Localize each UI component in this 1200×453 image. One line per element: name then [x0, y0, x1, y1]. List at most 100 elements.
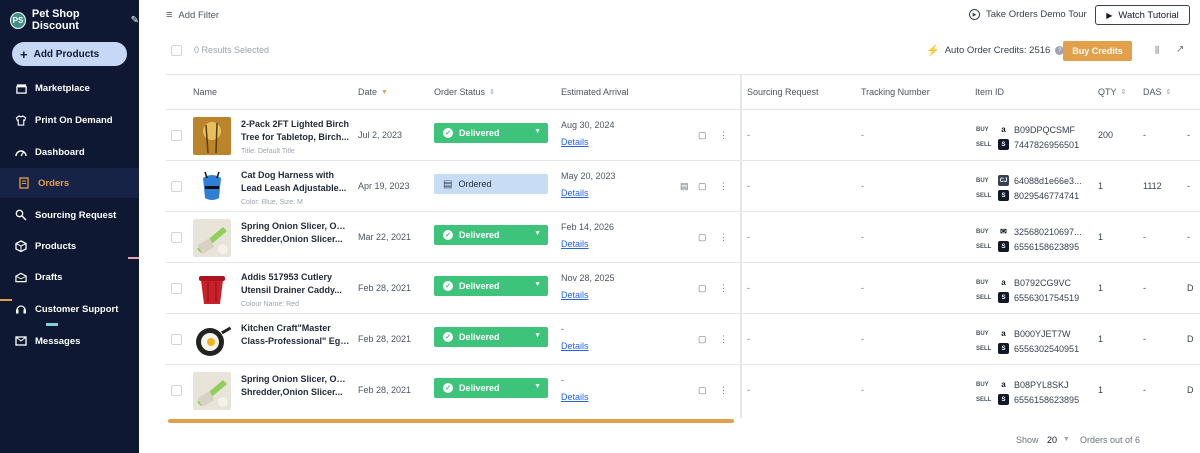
note-icon[interactable]: ▢ [698, 283, 707, 294]
sidebar-item-label: Marketplace [35, 82, 90, 94]
horizontal-scrollbar[interactable] [168, 419, 734, 423]
header-label: Item ID [975, 87, 1005, 97]
order-status-dropdown[interactable]: ✓ Delivered ▼ [434, 276, 548, 296]
sidebar-item-print-on-demand[interactable]: Print On Demand [0, 105, 139, 135]
sell-item-id[interactable]: 7447826956501 [1014, 140, 1079, 150]
product-name[interactable]: Spring Onion Slicer, Onion Shredder,Onio… [241, 220, 351, 246]
page-size-select[interactable]: 20 [1047, 435, 1057, 445]
estimated-arrival: - [561, 324, 564, 334]
sidebar-item-sourcing-request[interactable]: Sourcing Request [0, 200, 139, 230]
row-checkbox[interactable] [171, 232, 182, 243]
note-icon[interactable]: ▢ [698, 385, 707, 396]
row-checkbox[interactable] [171, 130, 182, 141]
header-qty[interactable]: QTY ⇕ [1098, 87, 1126, 97]
more-options-icon[interactable]: ⋮ [719, 130, 728, 141]
details-link[interactable]: Details [561, 341, 589, 351]
note-icon[interactable]: ▢ [698, 334, 707, 345]
sidebar-item-marketplace[interactable]: Marketplace [0, 73, 139, 103]
sell-item-id[interactable]: 6556301754519 [1014, 293, 1079, 303]
sidebar-item-label: Orders [38, 177, 70, 189]
header-label: Estimated Arrival [561, 87, 629, 97]
page-size-label: Show [1016, 435, 1039, 445]
table-row[interactable]: Kitchen Craft"Master Class-Professional"… [166, 313, 1200, 364]
product-name[interactable]: Kitchen Craft"Master Class-Professional"… [241, 322, 351, 348]
edit-icon[interactable]: ✎ [131, 15, 139, 26]
details-link[interactable]: Details [561, 290, 589, 300]
envelope-icon: ✉ [1000, 227, 1007, 236]
sidebar-item-orders[interactable]: Orders [0, 168, 139, 198]
document-icon: ▤ [443, 178, 453, 190]
buy-credits-button[interactable]: Buy Credits [1063, 41, 1132, 61]
product-name[interactable]: Spring Onion Slicer, Onion Shredder,Onio… [241, 373, 351, 399]
buy-item-id[interactable]: B08PYL8SKJ [1014, 380, 1069, 390]
more-options-icon[interactable]: ⋮ [719, 385, 728, 396]
details-link[interactable]: Details [561, 239, 589, 249]
product-name-line: Kitchen Craft"Master [241, 323, 331, 333]
product-name[interactable]: 2-Pack 2FT Lighted Birch Tree for Tablet… [241, 118, 351, 158]
buy-item-id[interactable]: 64088d1e66e3... [1014, 176, 1082, 186]
product-name[interactable]: Addis 517953 Cutlery Utensil Drainer Cad… [241, 271, 351, 311]
note-icon[interactable]: ▢ [698, 130, 707, 141]
buy-item-id[interactable]: B000YJET7W [1014, 329, 1071, 339]
sell-item-id[interactable]: 6556302540951 [1014, 344, 1079, 354]
details-link[interactable]: Details [561, 137, 589, 147]
note-icon[interactable]: ▢ [698, 181, 707, 192]
order-status-dropdown[interactable]: ✓ Delivered ▼ [434, 327, 548, 347]
play-icon: ▶ [1106, 10, 1113, 20]
sell-item-id[interactable]: 6556158623895 [1014, 242, 1079, 252]
sell-item-id[interactable]: 8029546774741 [1014, 191, 1079, 201]
more-options-icon[interactable]: ⋮ [719, 283, 728, 294]
demo-tour-button[interactable]: ▶ Take Orders Demo Tour [969, 9, 1087, 20]
sidebar-item-messages[interactable]: Messages [0, 326, 139, 356]
order-status-dropdown[interactable]: ✓ Delivered ▼ [434, 225, 548, 245]
estimated-arrival: - [561, 375, 564, 385]
sidebar-item-products[interactable]: Products [0, 231, 139, 261]
order-status-dropdown[interactable]: ✓ Delivered ▼ [434, 378, 548, 398]
watch-tutorial-button[interactable]: ▶ Watch Tutorial [1095, 5, 1190, 25]
select-all-checkbox[interactable] [171, 45, 182, 56]
row-checkbox[interactable] [171, 181, 182, 192]
more-options-icon[interactable]: ⋮ [719, 232, 728, 243]
product-image [193, 117, 231, 155]
header-order-status[interactable]: Order Status ⇕ [434, 87, 495, 97]
item-ids: BUY a B08PYL8SKJ SELL S 6556158623895 [976, 377, 1079, 407]
order-status-dropdown[interactable]: ▤ Ordered [434, 174, 548, 194]
row-checkbox[interactable] [171, 283, 182, 294]
sidebar-item-drafts[interactable]: Drafts [0, 262, 139, 292]
chevron-down-icon[interactable]: ▼ [1063, 436, 1070, 443]
store-switcher[interactable]: PS Pet Shop Discount ✎ [10, 8, 139, 32]
table-row[interactable]: Spring Onion Slicer, Onion Shredder,Onio… [166, 211, 1200, 262]
tracking-number: - [861, 232, 864, 242]
table-row[interactable]: Cat Dog Harness with Lead Leash Adjustab… [166, 160, 1200, 211]
product-name[interactable]: Cat Dog Harness with Lead Leash Adjustab… [241, 169, 351, 209]
headset-icon [15, 303, 27, 315]
buy-item-id[interactable]: B0792CG9VC [1014, 278, 1071, 288]
sidebar-item-customer-support[interactable]: Customer Support [0, 294, 139, 324]
order-status-dropdown[interactable]: ✓ Delivered ▼ [434, 123, 548, 143]
more-options-icon[interactable]: ⋮ [719, 181, 728, 192]
add-products-button[interactable]: + Add Products [12, 42, 127, 66]
header-das[interactable]: DAS ⇕ [1143, 87, 1171, 97]
more-options-icon[interactable]: ⋮ [719, 334, 728, 345]
decoration [0, 299, 12, 301]
external-link-icon[interactable]: ↗ [1176, 44, 1184, 55]
sidebar-item-dashboard[interactable]: Dashboard [0, 137, 139, 167]
shopify-icon: S [998, 139, 1009, 150]
sell-item-id[interactable]: 6556158623895 [1014, 395, 1079, 405]
header-date[interactable]: Date ▼ [358, 87, 388, 97]
bolt-icon: ⚡ [926, 45, 940, 57]
details-link[interactable]: Details [561, 188, 589, 198]
columns-icon[interactable]: ⫼ [1155, 45, 1159, 56]
add-filter-button[interactable]: ≡ Add Filter [166, 9, 219, 21]
table-row[interactable]: Spring Onion Slicer, Onion Shredder,Onio… [166, 364, 1200, 415]
edit-note-icon[interactable]: ▤ [680, 181, 689, 192]
row-checkbox[interactable] [171, 334, 182, 345]
note-icon[interactable]: ▢ [698, 232, 707, 243]
buy-item-id[interactable]: 325680210697... [1014, 227, 1082, 237]
details-link[interactable]: Details [561, 392, 589, 402]
table-row[interactable]: Addis 517953 Cutlery Utensil Drainer Cad… [166, 262, 1200, 313]
table-row[interactable]: 2-Pack 2FT Lighted Birch Tree for Tablet… [166, 109, 1200, 160]
row-checkbox[interactable] [171, 385, 182, 396]
box-icon [15, 240, 27, 252]
buy-item-id[interactable]: B09DPQCSMF [1014, 125, 1075, 135]
